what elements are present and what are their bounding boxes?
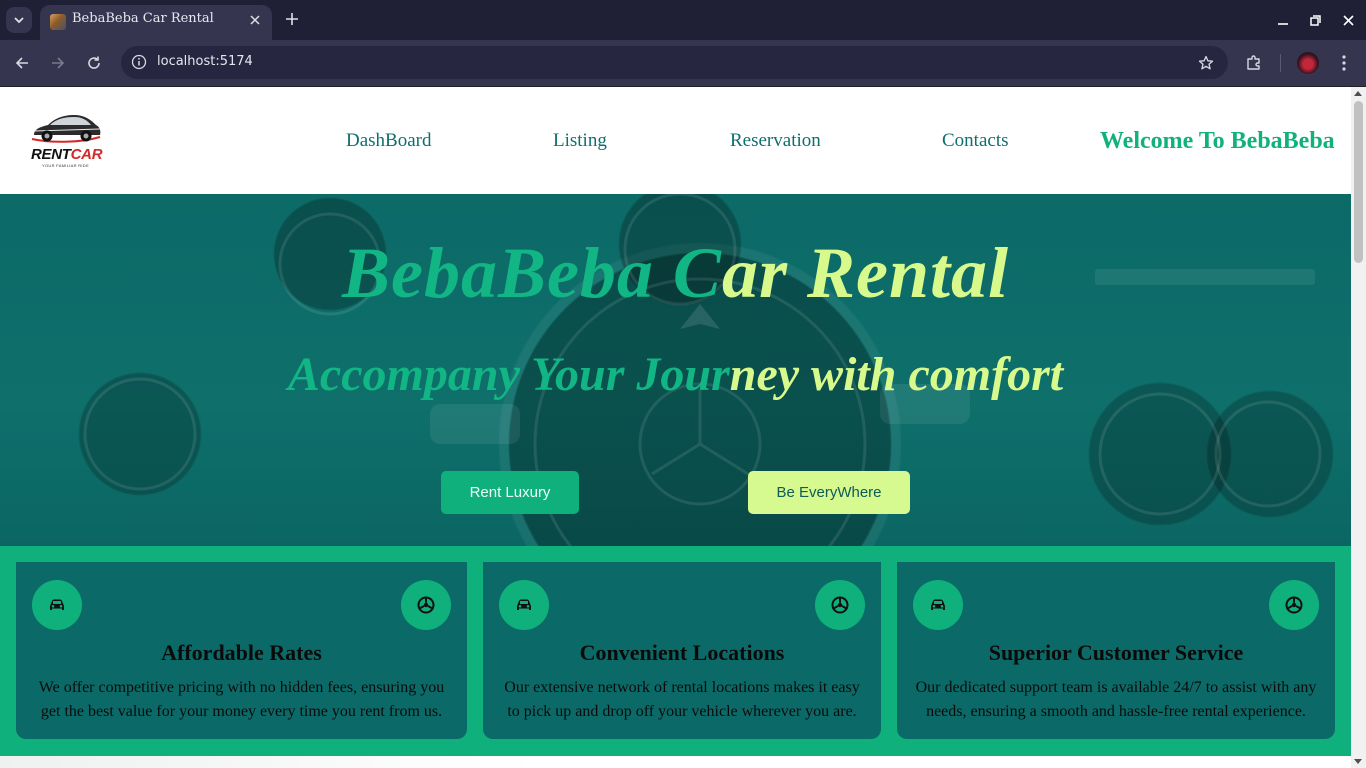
hero-title: BebaBeba Car Rental (341, 233, 1010, 313)
feature-card-affordable-rates: Affordable Rates We offer competitive pr… (16, 562, 467, 739)
forward-button[interactable] (47, 52, 69, 74)
chevron-down-icon (14, 17, 24, 24)
feature-title: Convenient Locations (579, 640, 785, 665)
extensions-icon[interactable] (1243, 52, 1265, 74)
bookmark-star-icon[interactable] (1196, 53, 1216, 73)
close-window-button[interactable] (1338, 10, 1358, 30)
restore-icon (1309, 14, 1321, 26)
feature-description: Our extensive network of rental location… (504, 679, 860, 720)
toolbar-separator (1280, 54, 1281, 72)
car-icon (32, 580, 82, 630)
car-icon (499, 580, 549, 630)
url-text[interactable]: localhost:5174 (157, 54, 253, 69)
next-section-edge (0, 756, 1351, 768)
arrow-left-icon (15, 57, 28, 69)
profile-avatar[interactable] (1297, 52, 1319, 74)
more-vertical-icon (1342, 55, 1346, 71)
site-info-icon[interactable] (130, 53, 148, 71)
features-section: Affordable Rates We offer competitive pr… (0, 546, 1351, 756)
restore-button[interactable] (1305, 10, 1325, 30)
car-icon (913, 580, 963, 630)
feature-description: We offer competitive pricing with no hid… (38, 679, 445, 720)
new-tab-button[interactable] (282, 9, 302, 29)
address-bar[interactable]: localhost:5174 (121, 46, 1228, 79)
close-icon (1342, 14, 1354, 26)
hero-section: BebaBeba Car Rental Accompany Your Journ… (0, 194, 1351, 546)
reload-icon (88, 56, 100, 69)
tab-close-button[interactable] (246, 11, 264, 29)
scroll-up-arrow-icon[interactable] (1354, 91, 1362, 96)
scroll-down-arrow-icon[interactable] (1354, 759, 1362, 764)
site-header: RENTCAR YOUR FAMILIAR RIDE DashBoard Lis… (0, 87, 1351, 194)
feature-title: Affordable Rates (161, 640, 322, 665)
nav-contacts[interactable]: Contacts (942, 130, 1009, 152)
scrollbar-thumb[interactable] (1354, 101, 1363, 263)
logo-tagline: YOUR FAMILIAR RIDE (42, 163, 89, 168)
close-icon (250, 15, 260, 25)
page-scrollbar[interactable] (1351, 87, 1366, 768)
nav-listing[interactable]: Listing (553, 130, 607, 152)
feature-title: Superior Customer Service (988, 640, 1244, 665)
back-button[interactable] (11, 52, 33, 74)
browser-tab-bar: BebaBeba Car Rental (0, 0, 1366, 40)
browser-menu-button[interactable] (1333, 52, 1355, 74)
logo-wordmark: RENTCAR (31, 146, 103, 163)
minimize-icon (1278, 23, 1288, 25)
rent-luxury-button[interactable]: Rent Luxury (441, 471, 579, 514)
browser-tab[interactable]: BebaBeba Car Rental (40, 5, 272, 40)
tab-search-button[interactable] (6, 7, 32, 33)
steering-wheel-icon (401, 580, 451, 630)
site-favicon-icon (50, 14, 66, 30)
hero-subtitle: Accompany Your Journey with comfort (287, 348, 1064, 401)
page-viewport: RENTCAR YOUR FAMILIAR RIDE DashBoard Lis… (0, 87, 1351, 768)
feature-card-customer-service: Superior Customer Service Our dedicated … (897, 562, 1335, 739)
tab-title: BebaBeba Car Rental (72, 11, 214, 26)
site-logo[interactable]: RENTCAR YOUR FAMILIAR RIDE (28, 107, 104, 171)
plus-icon (286, 13, 298, 25)
minimize-button[interactable] (1273, 10, 1293, 30)
car-logo-icon (31, 115, 101, 143)
welcome-text: Welcome To BebaBeba (1100, 128, 1335, 154)
feature-description: Our dedicated support team is available … (915, 679, 1317, 720)
browser-toolbar: localhost:5174 (0, 40, 1366, 86)
nav-reservation[interactable]: Reservation (730, 130, 821, 152)
feature-card-convenient-locations: Convenient Locations Our extensive netwo… (483, 562, 881, 739)
be-everywhere-button[interactable]: Be EveryWhere (748, 471, 910, 514)
arrow-right-icon (52, 57, 65, 69)
nav-dashboard[interactable]: DashBoard (346, 130, 431, 152)
steering-wheel-icon (1269, 580, 1319, 630)
steering-wheel-icon (815, 580, 865, 630)
reload-button[interactable] (83, 52, 105, 74)
